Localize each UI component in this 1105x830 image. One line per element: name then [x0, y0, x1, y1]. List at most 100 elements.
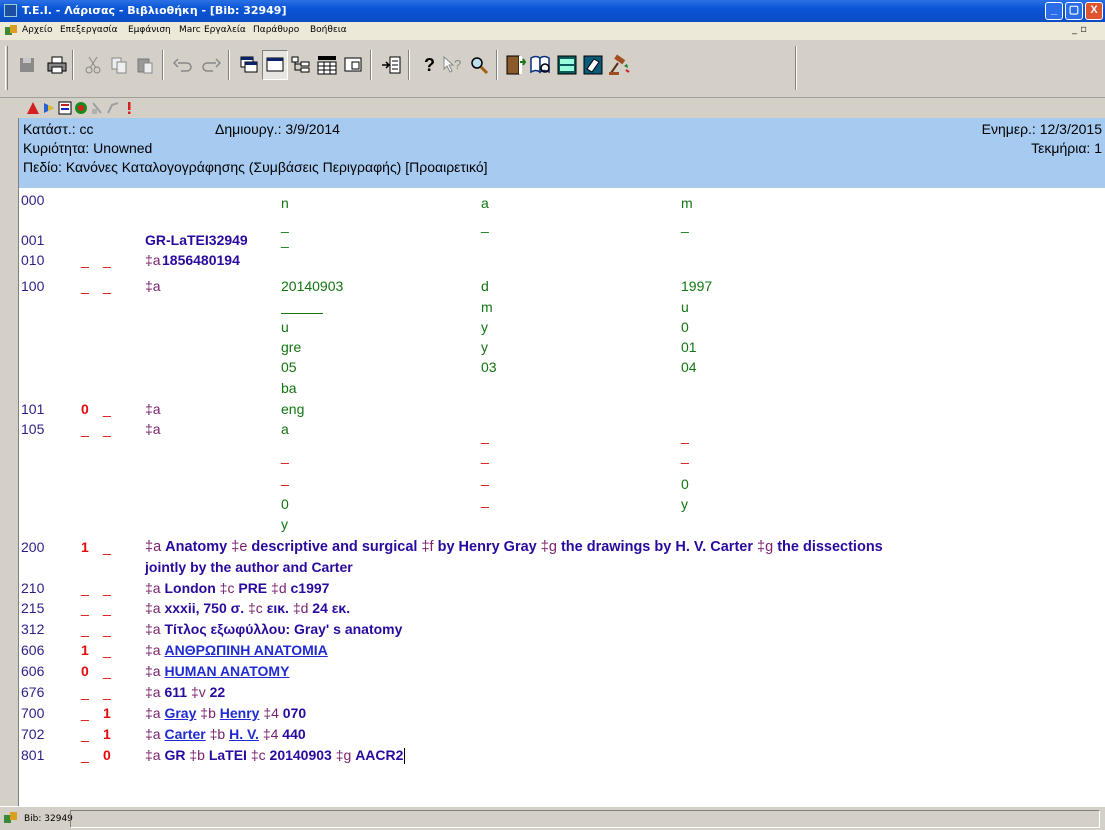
auction-gavel-icon[interactable] [606, 50, 632, 80]
coded-data-value[interactable]: 0 [681, 476, 689, 492]
indicator-2[interactable]: _ [103, 684, 111, 700]
subfield-code[interactable]: ‡d [271, 580, 290, 596]
indicator-2[interactable]: 1 [103, 726, 111, 742]
indicator-2[interactable]: _ [103, 539, 111, 555]
indicator-1[interactable]: _ [81, 684, 89, 700]
tree-view-icon[interactable] [288, 50, 314, 80]
general-data-value[interactable]: y [481, 339, 488, 355]
insert-field-icon[interactable] [378, 50, 404, 80]
general-data-value[interactable]: m [481, 299, 493, 315]
subfield-value[interactable]: 440 [282, 726, 305, 742]
field-tag-105[interactable]: 105 [21, 421, 44, 437]
subfield-code[interactable]: ‡c [220, 580, 239, 596]
field-tag-606[interactable]: 606 [21, 663, 44, 679]
subject-heading-field[interactable]: ‡a HUMAN ANATOMY [145, 663, 289, 679]
blank-position[interactable]: _ [281, 217, 289, 233]
subfield-value[interactable]: 22 [210, 684, 226, 700]
language-value[interactable]: eng [281, 401, 304, 417]
general-data-value[interactable]: 0 [681, 319, 689, 335]
template-icon[interactable] [58, 101, 72, 115]
subfield-value[interactable]: the drawings by H. V. Carter [561, 539, 757, 555]
paste-icon[interactable] [132, 50, 158, 80]
subfield-value[interactable]: Τίτλος εξωφύλλου: Gray' s anatomy [164, 621, 402, 637]
indicator-2[interactable]: 0 [103, 747, 111, 763]
redo-icon[interactable] [198, 50, 224, 80]
subfield-code[interactable]: ‡b [210, 726, 229, 742]
subfield-value[interactable]: AACR2 [355, 747, 403, 763]
field-tag-200[interactable]: 200 [21, 539, 44, 555]
coded-data-value[interactable]: a [281, 421, 289, 437]
subfield-code[interactable]: ‡a [145, 421, 161, 437]
blank-position[interactable]: _ [481, 448, 489, 464]
subfield-code[interactable]: ‡a [145, 747, 164, 763]
control-number[interactable]: GR-LaTEI32949 [145, 232, 248, 248]
indicator-1[interactable]: _ [81, 278, 89, 294]
indicator-2[interactable]: _ [103, 580, 111, 596]
grid-view-icon[interactable] [314, 50, 340, 80]
general-data-value[interactable]: 04 [681, 359, 697, 375]
cataloging-source-field[interactable]: ‡a GR ‡b LaTEI ‡c 20140903 ‡g AACR2 [145, 747, 403, 763]
general-data-value[interactable]: 03 [481, 359, 497, 375]
field-tag-700[interactable]: 700 [21, 705, 44, 721]
validate-icon[interactable] [42, 101, 56, 115]
subfield-code[interactable]: ‡a [145, 642, 164, 658]
indicator-1[interactable]: _ [81, 580, 89, 596]
subfield-code[interactable]: ‡g [541, 539, 561, 555]
field-tag-801[interactable]: 801 [21, 747, 44, 763]
subfield-value[interactable]: 611 [164, 684, 190, 700]
subfield-code[interactable]: ‡a [145, 252, 161, 268]
minimize-button[interactable]: _ [1045, 2, 1063, 20]
blank-position[interactable]: _ [481, 217, 489, 233]
indicator-2[interactable]: _ [103, 252, 111, 268]
subfield-code[interactable]: ‡a [145, 621, 164, 637]
authority-link[interactable]: Gray [164, 705, 196, 721]
title-statement-continuation[interactable]: jointly by the author and Carter [145, 559, 353, 575]
menu-view[interactable]: Εμφάνιση [128, 25, 171, 35]
exit-door-icon[interactable] [502, 50, 528, 80]
subfield-code[interactable]: ‡a [145, 539, 165, 555]
warning-triangle-icon[interactable] [26, 101, 40, 115]
indicator-1[interactable]: 1 [81, 642, 89, 658]
subfield-value[interactable]: the dissections [777, 539, 883, 555]
document-window-icon[interactable] [5, 25, 17, 37]
marc-record-editor[interactable]: Κατάστ.: cc Δημιουργ.: 3/9/2014 Ενημερ.:… [18, 118, 1105, 806]
subfield-code[interactable]: ‡g [757, 539, 777, 555]
subfield-code[interactable]: ‡a [145, 401, 161, 417]
general-data-value[interactable]: gre [281, 339, 301, 355]
subfield-code[interactable]: ‡a [145, 600, 164, 616]
indicator-1[interactable]: _ [81, 621, 89, 637]
isbn-value[interactable]: 1856480194 [162, 252, 240, 268]
menu-window[interactable]: Παράθυρο [253, 25, 299, 35]
subfield-code[interactable]: ‡a [145, 278, 161, 294]
link-record-icon[interactable] [74, 101, 88, 115]
menu-file[interactable]: Αρχείο [22, 25, 53, 35]
coded-data-value[interactable]: 0 [281, 496, 289, 512]
subfield-code[interactable]: ‡b [189, 747, 208, 763]
indicator-1[interactable]: _ [81, 252, 89, 268]
indicator-2[interactable]: _ [103, 663, 111, 679]
indicator-2[interactable]: _ [103, 278, 111, 294]
publication-field[interactable]: ‡a London ‡c PRE ‡d c1997 [145, 580, 329, 596]
coded-data-value[interactable]: y [681, 496, 688, 512]
leader-value[interactable]: n [281, 195, 289, 211]
subject-heading-field[interactable]: ‡a ΑΝΘΡΩΠΙΝΗ ΑΝΑΤΟΜΙΑ [145, 642, 328, 658]
disabled-edit-icon[interactable] [106, 101, 120, 115]
blank-position[interactable]: _ [681, 448, 689, 464]
classification-field[interactable]: ‡a 611 ‡v 22 [145, 684, 225, 700]
indicator-2[interactable]: _ [103, 600, 111, 616]
indicator-1[interactable]: _ [81, 747, 89, 763]
general-data-value[interactable]: 20140903 [281, 278, 343, 294]
indicator-1[interactable]: _ [81, 726, 89, 742]
print-icon[interactable] [44, 50, 70, 80]
authority-link[interactable]: H. V. [229, 726, 259, 742]
record-view-icon[interactable] [262, 50, 288, 80]
field-tag-000[interactable]: 000 [21, 192, 44, 208]
subfield-value[interactable]: by Henry Gray [438, 539, 541, 555]
subfield-code[interactable]: ‡f [421, 539, 437, 555]
subfield-code[interactable]: ‡4 [263, 705, 282, 721]
indicator-2[interactable]: _ [103, 642, 111, 658]
undo-icon[interactable] [170, 50, 196, 80]
indicator-1[interactable]: _ [81, 600, 89, 616]
subfield-code[interactable]: ‡a [145, 705, 164, 721]
authority-link[interactable]: Henry [220, 705, 260, 721]
